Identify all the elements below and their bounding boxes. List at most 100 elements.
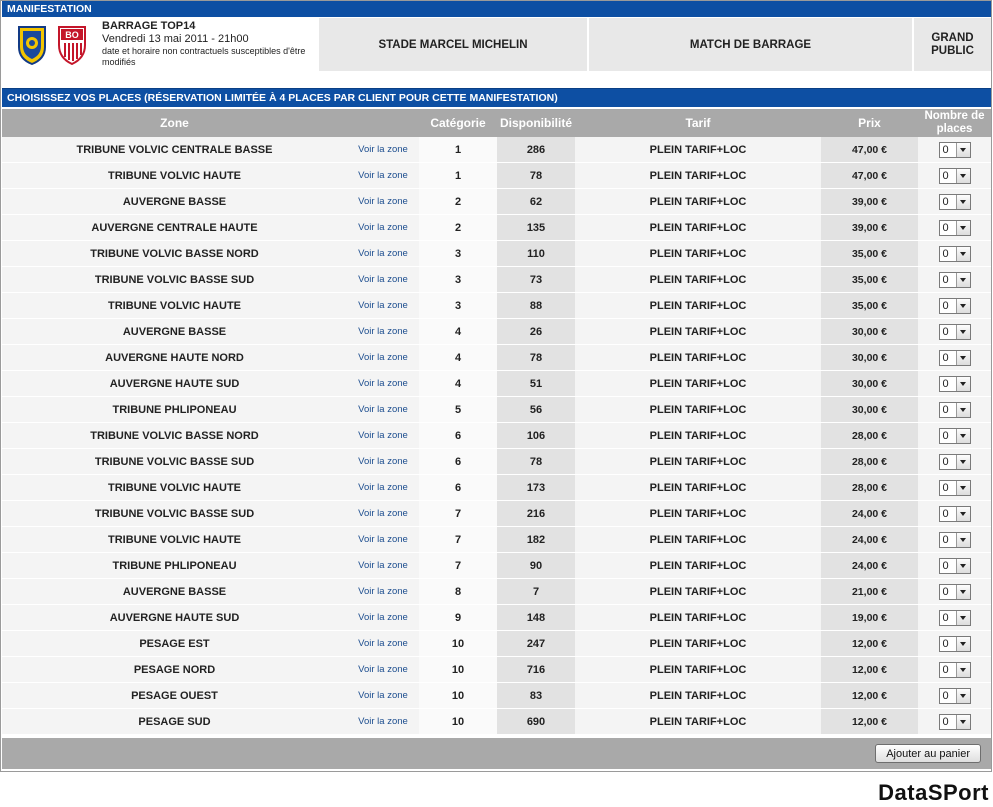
places-select[interactable]: 0 xyxy=(938,713,971,730)
tariff-cell: PLEIN TARIF+LOC xyxy=(575,241,821,266)
places-select[interactable]: 0 xyxy=(938,687,971,704)
table-row: AUVERGNE BASSE Voir la zone 4 26 PLEIN TARIF… xyxy=(2,319,991,345)
chevron-down-icon[interactable] xyxy=(955,506,970,521)
chevron-down-icon[interactable] xyxy=(955,168,970,183)
chevron-down-icon[interactable] xyxy=(955,558,970,573)
chevron-down-icon[interactable] xyxy=(955,220,970,235)
chevron-down-icon[interactable] xyxy=(955,194,970,209)
availability-cell: 26 xyxy=(497,319,575,344)
chevron-down-icon[interactable] xyxy=(955,324,970,339)
chevron-down-icon[interactable] xyxy=(955,532,970,547)
table-row: AUVERGNE BASSE Voir la zone 8 7 PLEIN TARIF+… xyxy=(2,579,991,605)
chevron-down-icon[interactable] xyxy=(955,298,970,313)
price-cell: 35,00 € xyxy=(821,293,918,318)
places-select-value: 0 xyxy=(942,273,949,286)
places-select[interactable]: 0 xyxy=(938,505,971,522)
chevron-down-icon[interactable] xyxy=(955,636,970,651)
view-zone-link[interactable]: Voir la zone xyxy=(347,527,419,552)
view-zone-link[interactable]: Voir la zone xyxy=(347,423,419,448)
view-zone-link[interactable]: Voir la zone xyxy=(347,631,419,656)
availability-cell: 148 xyxy=(497,605,575,630)
zone-cell: AUVERGNE HAUTE SUD xyxy=(109,377,240,390)
col-zone: Zone xyxy=(160,116,189,130)
view-zone-link[interactable]: Voir la zone xyxy=(347,579,419,604)
view-zone-link[interactable]: Voir la zone xyxy=(347,553,419,578)
places-select-value: 0 xyxy=(942,247,949,260)
places-select[interactable]: 0 xyxy=(938,297,971,314)
places-select[interactable]: 0 xyxy=(938,401,971,418)
places-select[interactable]: 0 xyxy=(938,193,971,210)
col-link xyxy=(347,109,419,137)
availability-cell: 182 xyxy=(497,527,575,552)
chevron-down-icon[interactable] xyxy=(955,584,970,599)
places-select[interactable]: 0 xyxy=(938,583,971,600)
view-zone-link[interactable]: Voir la zone xyxy=(347,293,419,318)
places-select[interactable]: 0 xyxy=(938,167,971,184)
availability-cell: 7 xyxy=(497,579,575,604)
chevron-down-icon[interactable] xyxy=(955,350,970,365)
places-select[interactable]: 0 xyxy=(938,271,971,288)
chevron-down-icon[interactable] xyxy=(955,662,970,677)
availability-cell: 690 xyxy=(497,709,575,734)
view-zone-link[interactable]: Voir la zone xyxy=(347,657,419,682)
view-zone-link[interactable]: Voir la zone xyxy=(347,189,419,214)
view-zone-link[interactable]: Voir la zone xyxy=(347,215,419,240)
col-availability: Disponibilité xyxy=(500,116,572,130)
event-title: BARRAGE TOP14 xyxy=(102,20,196,32)
price-cell: 39,00 € xyxy=(821,215,918,240)
chevron-down-icon[interactable] xyxy=(955,402,970,417)
view-zone-link[interactable]: Voir la zone xyxy=(347,319,419,344)
table-row: TRIBUNE VOLVIC BASSE SUD Voir la zone 3 73 P… xyxy=(2,267,991,293)
view-zone-link[interactable]: Voir la zone xyxy=(347,449,419,474)
places-select[interactable]: 0 xyxy=(938,453,971,470)
view-zone-link[interactable]: Voir la zone xyxy=(347,605,419,630)
add-to-cart-button[interactable]: Ajouter au panier xyxy=(875,744,981,763)
zone-cell: TRIBUNE PHLIPONEAU xyxy=(112,403,237,416)
places-select[interactable]: 0 xyxy=(938,245,971,262)
view-zone-link[interactable]: Voir la zone xyxy=(347,163,419,188)
chevron-down-icon[interactable] xyxy=(955,688,970,703)
view-zone-link[interactable]: Voir la zone xyxy=(347,371,419,396)
chevron-down-icon[interactable] xyxy=(955,246,970,261)
places-select[interactable]: 0 xyxy=(938,349,971,366)
places-select[interactable]: 0 xyxy=(938,531,971,548)
tariff-cell: PLEIN TARIF+LOC xyxy=(575,527,821,552)
places-select[interactable]: 0 xyxy=(938,609,971,626)
places-cell: 0 xyxy=(918,579,991,604)
places-select-value: 0 xyxy=(942,637,949,650)
chevron-down-icon[interactable] xyxy=(955,428,970,443)
view-zone-link[interactable]: Voir la zone xyxy=(347,137,419,162)
chevron-down-icon[interactable] xyxy=(955,454,970,469)
places-select[interactable]: 0 xyxy=(938,375,971,392)
view-zone-link[interactable]: Voir la zone xyxy=(347,709,419,734)
chevron-down-icon[interactable] xyxy=(955,610,970,625)
places-cell: 0 xyxy=(918,553,991,578)
chevron-down-icon[interactable] xyxy=(955,480,970,495)
view-zone-link[interactable]: Voir la zone xyxy=(347,683,419,708)
zone-cell: TRIBUNE PHLIPONEAU xyxy=(112,559,237,572)
places-select[interactable]: 0 xyxy=(938,661,971,678)
places-select[interactable]: 0 xyxy=(938,557,971,574)
places-select[interactable]: 0 xyxy=(938,141,971,158)
places-select[interactable]: 0 xyxy=(938,219,971,236)
view-zone-link[interactable]: Voir la zone xyxy=(347,501,419,526)
places-select[interactable]: 0 xyxy=(938,635,971,652)
view-zone-link[interactable]: Voir la zone xyxy=(347,241,419,266)
chevron-down-icon[interactable] xyxy=(955,376,970,391)
chevron-down-icon[interactable] xyxy=(955,272,970,287)
places-select[interactable]: 0 xyxy=(938,427,971,444)
chevron-down-icon[interactable] xyxy=(955,142,970,157)
places-cell: 0 xyxy=(918,319,991,344)
view-zone-link[interactable]: Voir la zone xyxy=(347,267,419,292)
places-select[interactable]: 0 xyxy=(938,479,971,496)
view-zone-link[interactable]: Voir la zone xyxy=(347,397,419,422)
view-zone-link[interactable]: Voir la zone xyxy=(347,345,419,370)
category-cell: 1 xyxy=(419,163,497,188)
category-cell: 6 xyxy=(419,423,497,448)
category-cell: 10 xyxy=(419,709,497,734)
places-select[interactable]: 0 xyxy=(938,323,971,340)
availability-cell: 216 xyxy=(497,501,575,526)
view-zone-link[interactable]: Voir la zone xyxy=(347,475,419,500)
chevron-down-icon[interactable] xyxy=(955,714,970,729)
manifestation-bar: MANIFESTATION xyxy=(2,1,991,17)
